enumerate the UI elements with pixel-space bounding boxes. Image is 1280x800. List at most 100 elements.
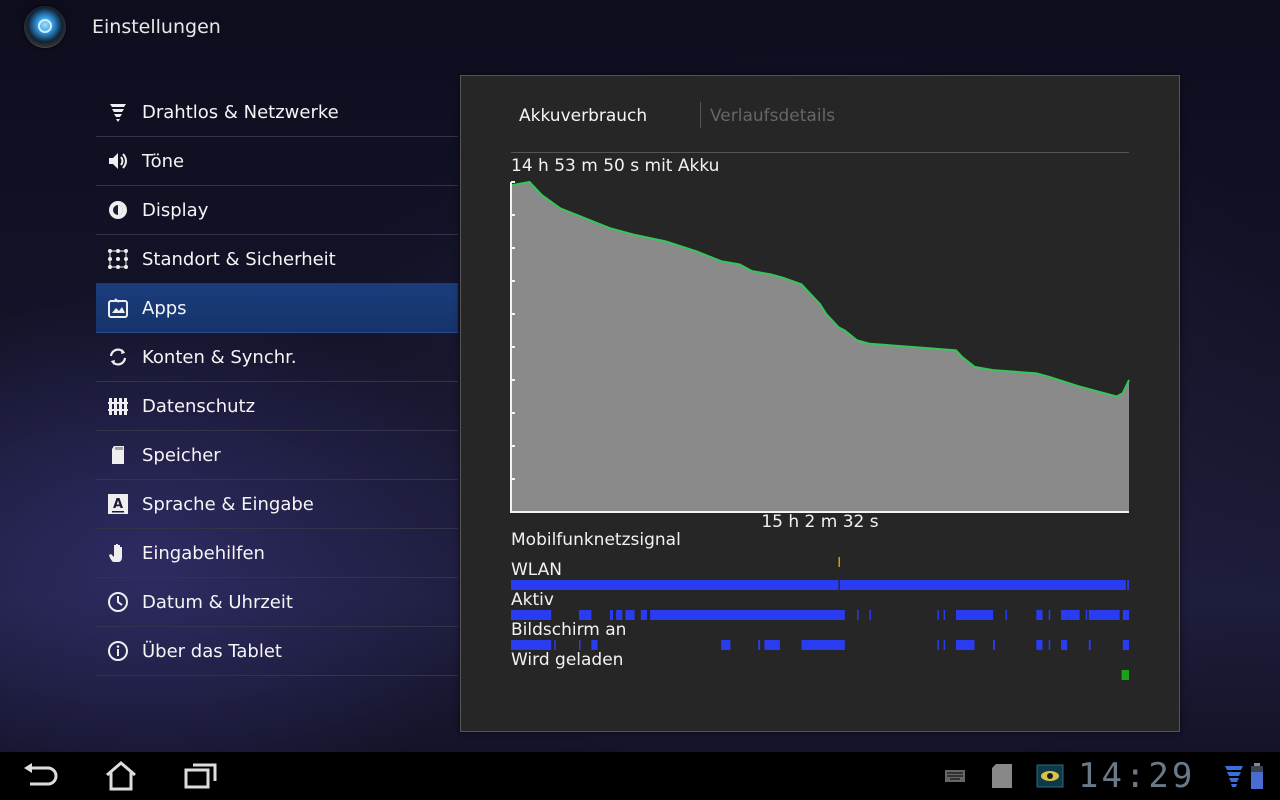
signal-segment [640, 610, 647, 620]
menu-item-label: Konten & Synchr. [142, 346, 297, 368]
menu-item-label: Töne [142, 150, 185, 172]
signal-label: WLAN [511, 560, 563, 580]
menu-item-label: Standort & Sicherheit [142, 248, 336, 270]
signal-segment [943, 640, 946, 650]
battery-detail-pane: Akkuverbrauch Verlaufsdetails 14 h 53 m … [460, 75, 1180, 732]
signal-segment [1127, 580, 1129, 590]
app-title: Einstellungen [92, 16, 221, 38]
signal-segment [838, 557, 840, 567]
menu-item-sounds[interactable]: Töne [96, 137, 458, 186]
battery-icon [1250, 762, 1264, 794]
signal-segment [554, 640, 556, 650]
tab-history-details[interactable]: Verlaufsdetails [710, 106, 835, 126]
signal-segment [758, 640, 761, 650]
signal-segment [1061, 610, 1068, 620]
menu-item-label: Sprache & Eingabe [142, 493, 314, 515]
fence-icon [106, 394, 130, 418]
tab-battery-usage[interactable]: Akkuverbrauch [519, 106, 647, 126]
menu-item-accounts-sync[interactable]: Konten & Synchr. [96, 333, 458, 382]
signal-segment [511, 610, 552, 620]
signal-segment [839, 580, 1126, 590]
menu-item-language-input[interactable]: A Sprache & Eingabe [96, 480, 458, 529]
action-bar: Einstellungen [0, 0, 1280, 56]
signal-segment [1121, 670, 1129, 680]
svg-text:A: A [113, 497, 123, 512]
signal-label: Bildschirm an [511, 620, 627, 640]
menu-item-about-tablet[interactable]: Über das Tablet [96, 627, 458, 676]
total-time-text: 15 h 2 m 32 s [761, 512, 879, 532]
wifi-signal-icon [1224, 764, 1244, 792]
signal-segment [937, 640, 939, 650]
signal-segment [1036, 610, 1043, 620]
clock-text[interactable]: 14:29 [1078, 756, 1195, 796]
sd-card-status-icon [990, 762, 1014, 794]
menu-item-display[interactable]: Display [96, 186, 458, 235]
signal-segment [1036, 640, 1043, 650]
hand-icon [106, 541, 130, 565]
signal-segment [1088, 640, 1091, 650]
wireless-icon [106, 100, 130, 124]
signal-segment [801, 640, 845, 650]
settings-app-icon[interactable] [24, 6, 66, 48]
signal-segment [1048, 610, 1051, 620]
recent-apps-icon[interactable] [184, 762, 218, 794]
signal-segment [511, 580, 839, 590]
menu-item-storage[interactable]: Speicher [96, 431, 458, 480]
signal-segment [625, 610, 635, 620]
signal-segment [721, 640, 731, 650]
clock-icon [106, 590, 130, 614]
signal-segment [650, 610, 845, 620]
speaker-icon [106, 149, 130, 173]
menu-item-wireless[interactable]: Drahtlos & Netzwerke [96, 88, 458, 137]
menu-item-label: Eingabehilfen [142, 542, 265, 564]
signal-segment [511, 640, 552, 650]
signal-segment [1067, 610, 1080, 620]
signal-segment [579, 610, 592, 620]
signal-segment [857, 610, 859, 620]
keyboard-icon [944, 768, 966, 787]
signal-segment [1061, 640, 1068, 650]
signal-segment [616, 610, 623, 620]
signal-segment [764, 640, 780, 650]
signal-segment [1085, 610, 1088, 620]
brightness-icon [106, 198, 130, 222]
battery-level-area [511, 182, 1129, 512]
language-icon: A [106, 492, 130, 516]
grid-dots-icon [106, 247, 130, 271]
tab-bar: Akkuverbrauch Verlaufsdetails [511, 102, 1129, 153]
menu-item-label: Datum & Uhrzeit [142, 591, 293, 613]
menu-item-label: Apps [142, 297, 187, 319]
signal-segment [956, 640, 975, 650]
signal-segment [869, 610, 871, 620]
sync-icon [106, 345, 130, 369]
menu-item-privacy[interactable]: Datenschutz [96, 382, 458, 431]
eye-notification-icon[interactable] [1036, 764, 1064, 792]
signal-segment [937, 610, 939, 620]
battery-duration-text: 14 h 53 m 50 s mit Akku [511, 156, 720, 176]
system-bar: 14:29 [0, 752, 1280, 800]
menu-item-label: Datenschutz [142, 395, 256, 417]
menu-item-apps[interactable]: Apps [96, 284, 458, 333]
signal-segment [1122, 640, 1129, 650]
menu-item-date-time[interactable]: Datum & Uhrzeit [96, 578, 458, 627]
signal-segment [579, 640, 581, 650]
sd-card-icon [106, 443, 130, 467]
signal-segment [993, 640, 995, 650]
apps-icon [106, 296, 130, 320]
menu-item-location-security[interactable]: Standort & Sicherheit [96, 235, 458, 284]
signal-segment [1048, 640, 1051, 650]
signal-segment [591, 640, 598, 650]
info-icon [106, 639, 130, 663]
menu-item-accessibility[interactable]: Eingabehilfen [96, 529, 458, 578]
signal-label: Aktiv [511, 590, 554, 610]
settings-menu: Drahtlos & Netzwerke Töne Display Stando… [96, 88, 458, 676]
signal-segment [943, 610, 946, 620]
back-icon[interactable] [22, 762, 58, 794]
signal-segment [609, 610, 613, 620]
signal-segment [1005, 610, 1007, 620]
menu-item-label: Drahtlos & Netzwerke [142, 101, 339, 123]
signal-segment [956, 610, 994, 620]
signal-segment [1088, 610, 1120, 620]
home-icon[interactable] [104, 760, 138, 796]
battery-chart [510, 180, 1130, 513]
